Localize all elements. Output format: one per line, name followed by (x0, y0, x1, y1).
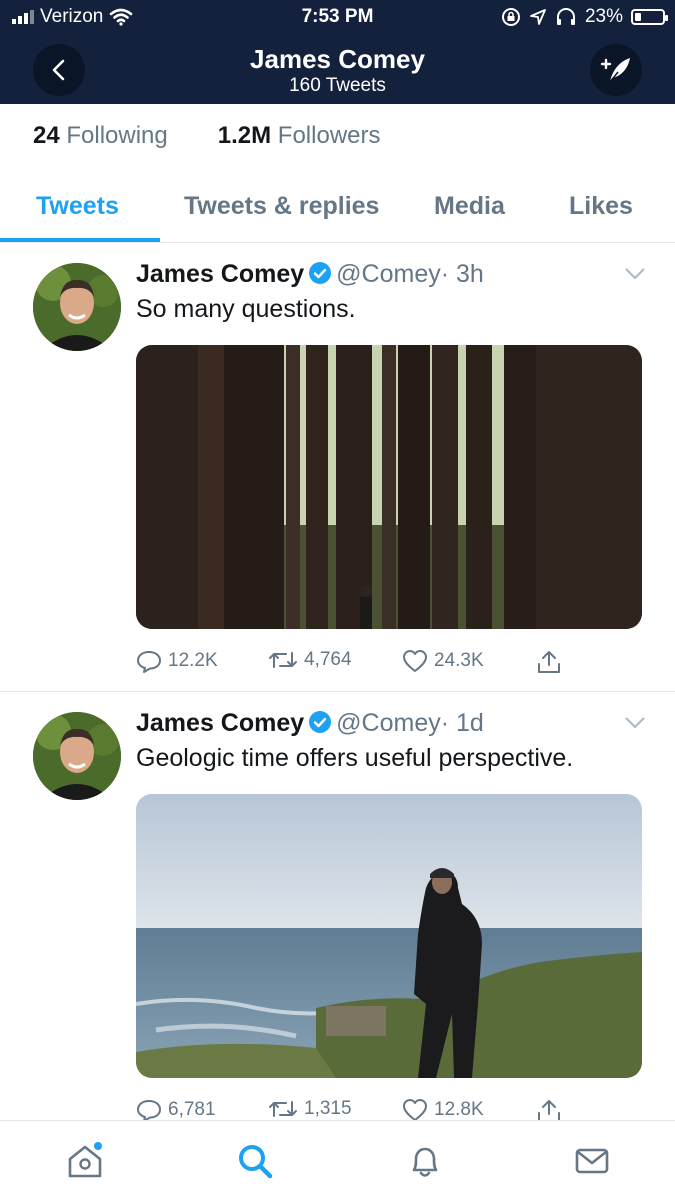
share-button[interactable] (536, 649, 562, 675)
following-link[interactable]: 24 Following (33, 122, 168, 150)
profile-header: Verizon 7:53 PM 23% James Comey 160 Twee… (0, 0, 675, 104)
notifications-icon (412, 1147, 438, 1177)
notification-dot (94, 1142, 102, 1150)
tweet-author-name[interactable]: James Comey (136, 260, 304, 288)
verified-badge-icon (309, 262, 332, 284)
reply-count: 12.2K (168, 650, 218, 671)
retweet-button[interactable]: 1,315 (268, 1098, 352, 1120)
header-title: James Comey (250, 44, 425, 74)
profile-stats: 24 Following 1.2M Followers (33, 122, 381, 150)
redwood-forest-photo (136, 345, 642, 629)
like-count: 12.8K (434, 1099, 484, 1120)
tweet-media-image[interactable] (136, 794, 642, 1078)
retweet-count: 4,764 (304, 649, 352, 670)
reply-button[interactable]: 6,781 (136, 1098, 216, 1122)
tweet-time: · 1d (440, 709, 484, 737)
retweet-count: 1,315 (304, 1098, 352, 1119)
compose-tweet-button[interactable] (590, 44, 642, 96)
battery-percent: 23% (584, 6, 623, 27)
battery-icon (631, 9, 668, 25)
chevron-down-icon[interactable] (624, 267, 646, 281)
verified-badge-icon (309, 711, 332, 733)
tweet-handle[interactable]: @Comey (336, 709, 441, 737)
following-label: Following (66, 122, 168, 149)
tweet-card[interactable]: James Comey @Comey· 1d Geologic time offe… (0, 692, 675, 1122)
tweet-text: So many questions. (136, 295, 356, 323)
tweet-time: · 3h (440, 260, 484, 288)
tweet-text: Geologic time offers useful perspective. (136, 744, 574, 772)
followers-label: Followers (277, 122, 381, 149)
like-button[interactable]: 12.8K (402, 1098, 484, 1122)
ocean-cliff-photo (136, 794, 642, 1078)
search-icon (239, 1145, 273, 1179)
retweet-icon (269, 1101, 297, 1117)
avatar[interactable] (33, 263, 121, 351)
tweet-header: James Comey @Comey· 1d (136, 709, 484, 738)
tab-tweets[interactable]: Tweets (36, 192, 119, 221)
followers-link[interactable]: 1.2M Followers (218, 122, 381, 150)
tab-tweets-replies[interactable]: Tweets & replies (184, 192, 379, 221)
messages-icon (575, 1148, 609, 1174)
status-bar: Verizon 7:53 PM 23% (0, 0, 675, 34)
avatar-photo (33, 263, 121, 351)
headphones-icon (556, 8, 575, 25)
followers-count: 1.2M (217, 122, 272, 149)
tweet-header: James Comey @Comey· 3h (136, 260, 484, 289)
reply-count: 6,781 (168, 1099, 216, 1120)
retweet-icon (269, 652, 297, 668)
tweet-author-name[interactable]: James Comey (136, 709, 304, 737)
tab-likes[interactable]: Likes (569, 192, 633, 221)
retweet-button[interactable]: 4,764 (268, 649, 352, 671)
location-icon (530, 9, 546, 25)
like-count: 24.3K (434, 650, 484, 671)
reply-button[interactable]: 12.2K (136, 649, 218, 673)
heart-icon (403, 650, 427, 672)
reply-icon (137, 651, 161, 673)
tweet-media-image[interactable] (136, 345, 642, 629)
header-title-block: James Comey 160 Tweets (0, 43, 675, 97)
heart-icon (403, 1099, 427, 1121)
avatar-photo (33, 712, 121, 800)
chevron-down-icon[interactable] (624, 716, 646, 730)
nav-messages-button[interactable] (570, 1139, 614, 1183)
bottom-tab-bar (0, 1120, 675, 1201)
nav-notifications-button[interactable] (403, 1139, 447, 1183)
nav-search-button[interactable] (233, 1139, 277, 1183)
avatar[interactable] (33, 712, 121, 800)
active-tab-indicator (0, 238, 160, 242)
following-count: 24 (33, 122, 60, 149)
nav-home-button[interactable] (63, 1139, 107, 1183)
home-icon (68, 1142, 102, 1178)
tweet-count: 160 Tweets (289, 75, 386, 96)
tab-media[interactable]: Media (434, 192, 505, 221)
share-icon (538, 651, 560, 673)
like-button[interactable]: 24.3K (402, 649, 484, 673)
tweet-card[interactable]: James Comey @Comey· 3h So many questions. (0, 243, 675, 691)
compose-tweet-icon (600, 58, 630, 83)
reply-icon (137, 1100, 161, 1122)
profile-tabs: Tweets Tweets & replies Media Likes (0, 180, 675, 243)
tweet-handle[interactable]: @Comey (336, 260, 441, 288)
screen-lock-icon (501, 8, 520, 26)
